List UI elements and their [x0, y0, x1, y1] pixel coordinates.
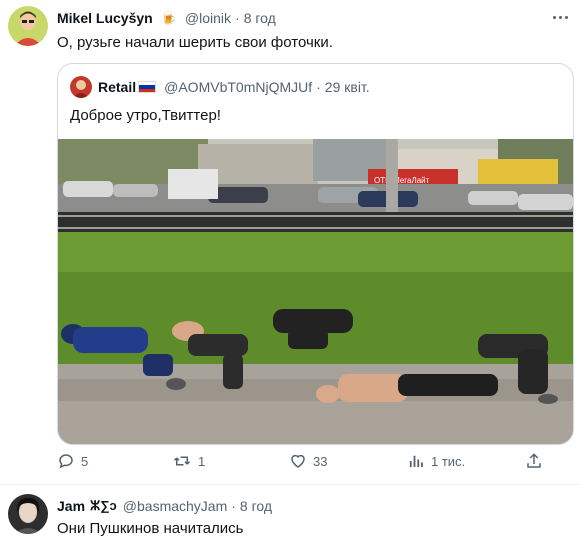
quote-author-handle: @AOMVbT0mNjQMJUf [164, 79, 313, 95]
views-button[interactable]: 1 тис. [407, 452, 465, 470]
quoted-tweet[interactable]: Retail @AOMVbT0mNjQMJUf · 29 квіт. Добро… [57, 63, 574, 445]
reply-count: 5 [81, 453, 89, 469]
reply-author-handle[interactable]: @basmachyJam [123, 498, 227, 514]
quote-text: Доброе утро,Твиттер! [70, 107, 221, 124]
tweet-actions: 5 1 33 1 тис. [57, 452, 572, 474]
reply-button[interactable]: 5 [57, 452, 88, 470]
retweet-button[interactable]: 1 [172, 452, 205, 470]
more-options-icon[interactable] [552, 10, 570, 24]
reply-author-badge: ⵣ∑ↄ [90, 498, 117, 513]
quote-author-name: Retail [98, 79, 137, 95]
meta-separator: · [316, 79, 321, 95]
avatar-image-icon [8, 6, 48, 46]
share-icon [527, 453, 541, 468]
tweet-time[interactable]: 8 год [244, 10, 276, 26]
reply-author-name[interactable]: Jam [57, 498, 85, 514]
reply-text: Они Пушкинов начитались [57, 520, 244, 537]
author-avatar[interactable] [8, 6, 48, 46]
heart-icon [291, 454, 305, 468]
avatar-image-icon [8, 494, 48, 534]
russia-flag-icon [138, 81, 157, 93]
street-photo-icon: ОТП МегаЛайт [58, 139, 573, 444]
tweet-main[interactable]: Mikel Lucyšyn 🍺 @loinik · 8 год О, рузьг… [0, 0, 580, 484]
tweet-divider [0, 484, 580, 485]
tweet-header: Mikel Lucyšyn 🍺 @loinik · 8 год [57, 9, 276, 27]
retweet-count: 1 [198, 453, 206, 469]
like-button[interactable]: 33 [289, 452, 327, 470]
quote-time: 29 квіт. [324, 79, 370, 95]
tweet-text: О, рузьге начали шерить свои фоточки. [57, 34, 333, 51]
reply-header: Jam ⵣ∑ↄ @basmachyJam · 8 год [57, 497, 272, 515]
meta-separator: · [235, 10, 240, 26]
like-count: 33 [313, 453, 328, 469]
meta-separator: · [231, 498, 236, 514]
quote-author-avatar [70, 76, 92, 98]
views-chart-icon [409, 455, 423, 467]
retweet-icon [173, 456, 191, 466]
quote-header: Retail @AOMVbT0mNjQMJUf · 29 квіт. [98, 78, 370, 96]
photo-sign-text: ОТП МегаЛайт [374, 176, 430, 185]
reply-author-avatar[interactable] [8, 494, 48, 534]
quote-photo[interactable]: ОТП МегаЛайт [58, 139, 573, 444]
avatar-image-icon [70, 76, 92, 98]
share-button[interactable] [525, 452, 549, 470]
reply-time[interactable]: 8 год [240, 498, 272, 514]
reply-icon [59, 454, 73, 469]
author-handle[interactable]: @loinik [185, 10, 231, 26]
beer-emoji-icon: 🍺 [160, 10, 177, 25]
views-count: 1 тис. [431, 453, 466, 469]
author-name[interactable]: Mikel Lucyšyn [57, 10, 153, 26]
